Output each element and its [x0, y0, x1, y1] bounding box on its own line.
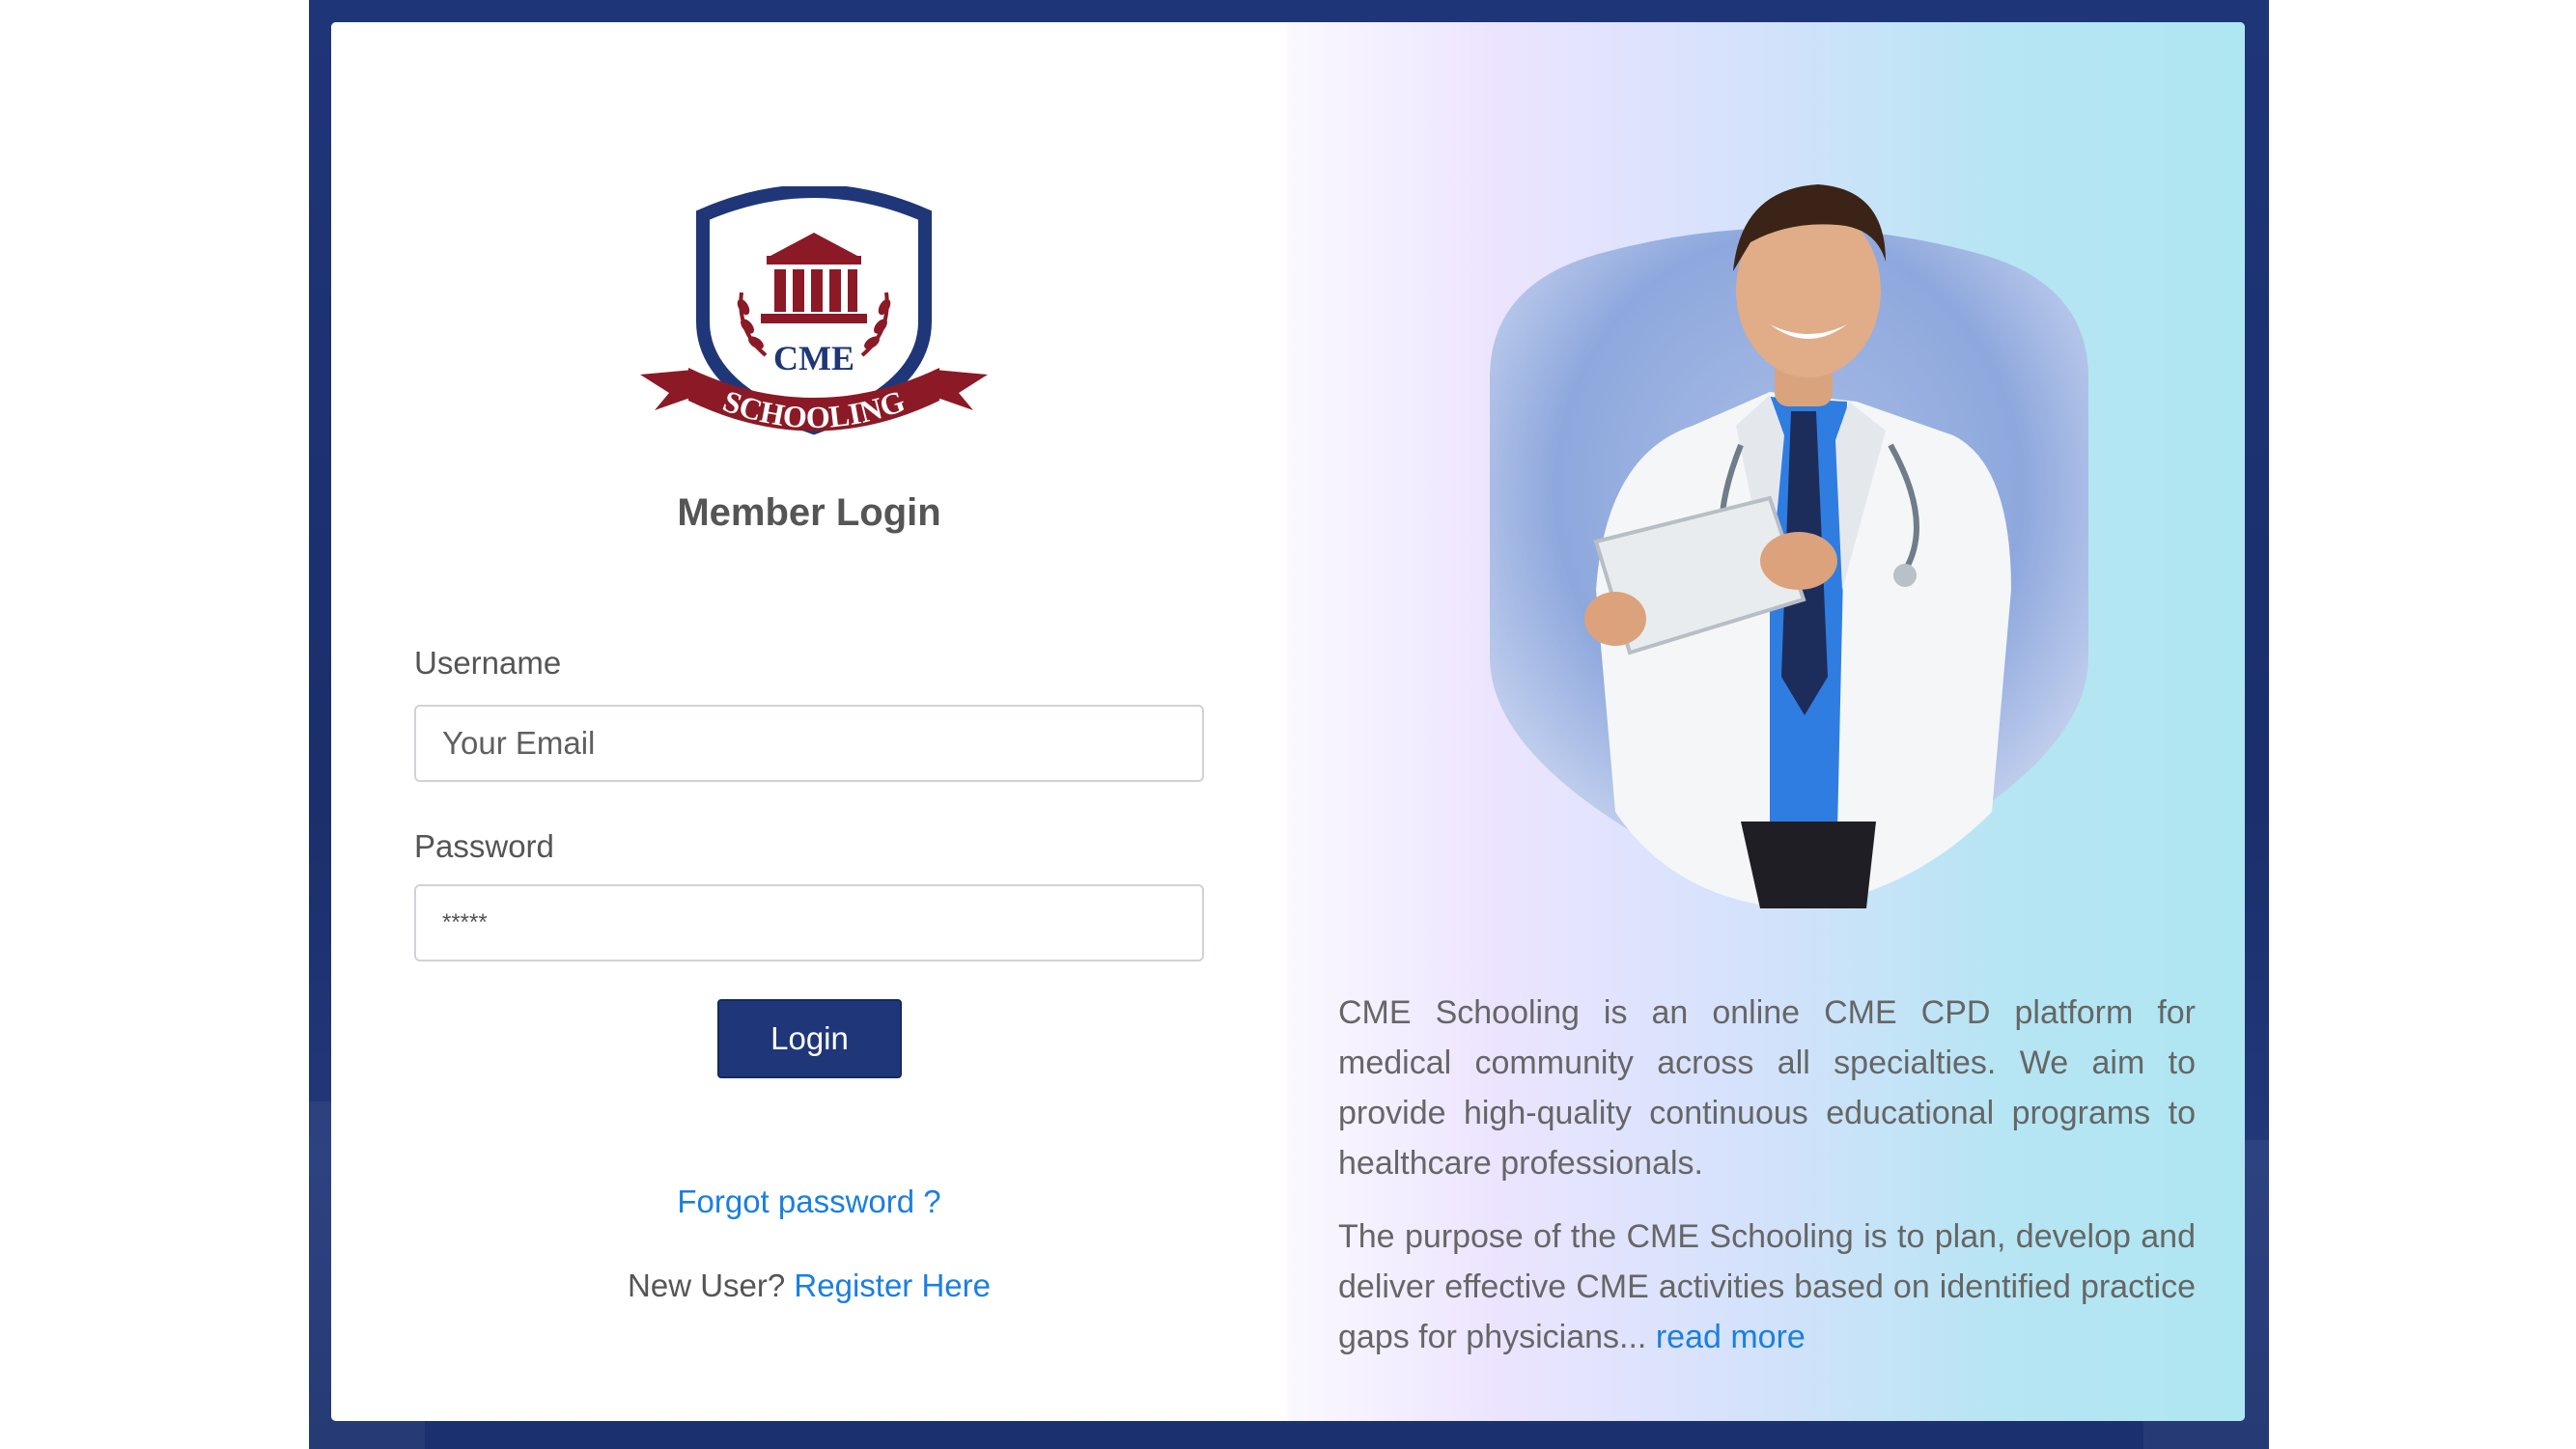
username-input[interactable] — [414, 705, 1204, 782]
read-more-link[interactable]: read more — [1656, 1319, 1806, 1355]
description-paragraph-1: CME Schooling is an online CME CPD platf… — [1338, 994, 2196, 1182]
cme-schooling-logo: CME SCHOOLING — [640, 186, 988, 435]
login-panel: CME SCHOOLING Member Login Username Pass… — [331, 22, 1287, 1421]
doctor-illustration — [1490, 184, 2088, 908]
username-label: Username — [414, 645, 562, 681]
description-paragraph-2: The purpose of the CME Schooling is to p… — [1338, 1212, 2196, 1362]
login-button[interactable]: Login — [717, 999, 902, 1078]
register-row: New User? Register Here — [331, 1268, 1287, 1304]
forgot-password-row: Forgot password ? — [331, 1184, 1287, 1220]
new-user-text: New User? — [628, 1268, 786, 1303]
page-title: Member Login — [677, 491, 941, 534]
info-panel: CME Schooling is an online CME CPD platf… — [1287, 22, 2245, 1421]
password-label: Password — [414, 828, 554, 864]
register-link[interactable]: Register Here — [794, 1268, 991, 1303]
forgot-password-link[interactable]: Forgot password ? — [677, 1184, 940, 1219]
password-input[interactable] — [414, 884, 1204, 961]
login-card: CME SCHOOLING Member Login Username Pass… — [331, 22, 2245, 1421]
logo-text-top: CME — [773, 339, 854, 377]
